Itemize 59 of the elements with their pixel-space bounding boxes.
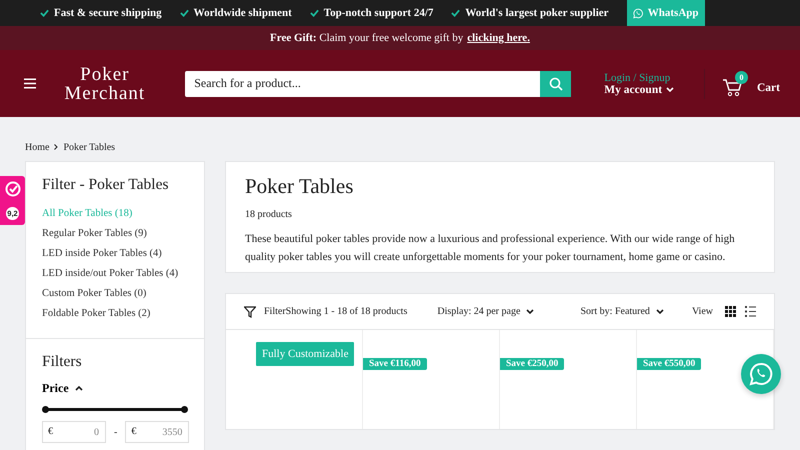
checkmark-bubble-icon — [4, 181, 20, 197]
breadcrumb-link[interactable]: Poker Tables — [63, 142, 116, 152]
page-title: Poker Tables — [245, 174, 354, 199]
promo-text: Free Gift: Claim your free welcome gift by — [270, 32, 464, 44]
category-link[interactable]: Regular Poker Tables (9) — [42, 224, 188, 244]
whatsapp-icon — [749, 362, 773, 386]
cart-button[interactable]: 0 Cart — [719, 70, 780, 96]
slider-thumb[interactable] — [181, 406, 188, 412]
results-text: Showing 1 - 18 of 18 products — [286, 306, 408, 317]
category-link[interactable]: LED inside/out Poker Tables (4) — [42, 264, 188, 284]
filter-icon — [244, 306, 256, 318]
chevron-down-icon — [526, 309, 534, 314]
category-link[interactable]: Foldable Poker Tables (2) — [42, 304, 188, 324]
product-count: 18 products — [245, 209, 293, 220]
chevron-up-icon — [74, 386, 83, 391]
feature-text: Worldwide shipment — [194, 7, 292, 19]
check-icon — [180, 9, 189, 17]
search-button[interactable] — [540, 70, 572, 96]
logo[interactable]: Poker Merchant — [52, 64, 158, 102]
collection-description: These beautiful poker tables provide now a luxurious and professional experience. With our wide range of high quality poker tables you will create unforgettable moments for your poker tournament, home game or casino. — [245, 232, 736, 265]
account-button[interactable]: My account — [604, 84, 674, 96]
check-icon — [310, 9, 319, 17]
currency-symbol: € — [48, 426, 53, 437]
chevron-down-icon — [656, 309, 664, 314]
breadcrumb-link[interactable]: Home — [25, 142, 50, 152]
chevron-down-icon — [666, 87, 674, 92]
sort-dropdown[interactable]: Sort by: Featured — [580, 306, 664, 317]
grid-view-icon[interactable] — [725, 306, 736, 317]
price-slider[interactable] — [45, 408, 185, 411]
feature-text: Top-notch support 24/7 — [324, 7, 434, 19]
login-link[interactable]: Login / Signup — [604, 72, 670, 84]
promo-link[interactable]: clicking here. — [467, 32, 530, 44]
display-dropdown[interactable]: Display: 24 per page — [437, 306, 534, 317]
chevron-right-icon — [54, 144, 58, 150]
whatsapp-icon — [632, 8, 643, 18]
category-link[interactable]: LED inside Poker Tables (4) — [42, 244, 188, 264]
cart-count: 0 — [735, 70, 748, 84]
search-field[interactable]: Search for a product... — [185, 70, 540, 96]
cart-icon — [723, 78, 743, 96]
currency-symbol: € — [131, 426, 136, 437]
category-link[interactable]: Custom Poker Tables (0) — [42, 284, 188, 304]
check-icon — [451, 9, 460, 17]
view-label: View — [692, 306, 713, 317]
menu-icon[interactable] — [24, 78, 36, 89]
discount-badge: Save €550,00 — [637, 358, 702, 370]
discount-badge: Save €116,00 — [363, 358, 427, 370]
check-icon — [40, 9, 49, 17]
list-view-icon[interactable] — [745, 306, 756, 317]
filters-title: Filters — [42, 353, 83, 371]
discount-badge: Save €250,00 — [500, 358, 564, 370]
search-icon — [548, 76, 563, 90]
filter-button[interactable]: Filter — [244, 306, 286, 318]
feature-text: World's largest poker supplier — [465, 7, 609, 19]
feature-text: Fast & secure shipping — [54, 7, 162, 19]
sidebar-title: Filter - Poker Tables — [42, 176, 170, 194]
product-label: Fully Customizable — [256, 342, 354, 366]
slider-thumb[interactable] — [42, 406, 49, 412]
range-separator: - — [114, 426, 118, 438]
price-toggle[interactable]: Price — [42, 381, 83, 396]
